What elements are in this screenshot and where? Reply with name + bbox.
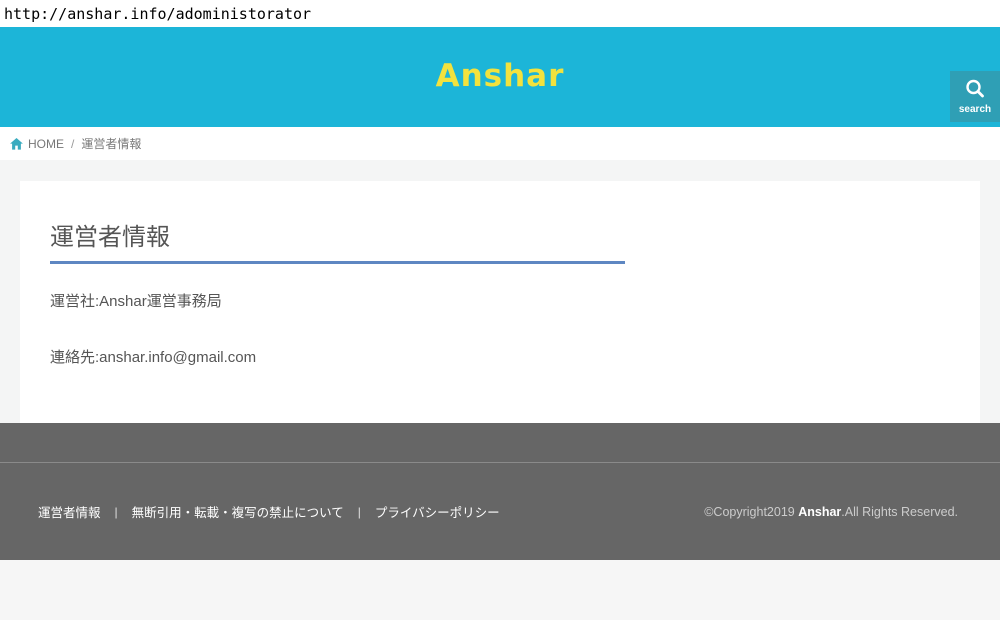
main-area: 運営者情報 運営社:Anshar運営事務局 連絡先:anshar.info@gm… — [0, 160, 1000, 423]
copyright-brand: Anshar — [798, 505, 841, 519]
url-text: http://anshar.info/adoministorator — [4, 5, 311, 23]
contact-line: 連絡先:anshar.info@gmail.com — [50, 346, 950, 367]
copyright-prefix: ©Copyright2019 — [704, 505, 798, 519]
footer-link-operator-info[interactable]: 運営者情報 — [38, 502, 101, 521]
copyright-notice: ©Copyright2019 Anshar.All Rights Reserve… — [704, 505, 958, 519]
footer-nav: 運営者情報 | 無断引用・転載・複写の禁止について | プライバシーポリシー — [38, 502, 500, 521]
address-bar[interactable]: http://anshar.info/adoministorator — [0, 0, 1000, 27]
breadcrumb-separator: / — [71, 137, 74, 151]
page-title: 運営者情報 — [50, 217, 625, 264]
site-footer: 運営者情報 | 無断引用・転載・複写の禁止について | プライバシーポリシー ©… — [0, 462, 1000, 560]
footer-link-separator: | — [358, 505, 361, 519]
site-header: Anshar search — [0, 27, 1000, 127]
magnifier-icon — [964, 78, 986, 103]
breadcrumb-home-link[interactable]: HOME — [28, 137, 64, 151]
footer-top-band — [0, 423, 1000, 462]
operator-line: 運営社:Anshar運営事務局 — [50, 290, 950, 311]
search-button-label: search — [959, 105, 991, 115]
bottom-strip — [0, 560, 1000, 620]
search-button[interactable]: search — [950, 71, 1000, 122]
site-logo[interactable]: Anshar — [0, 58, 1000, 94]
footer-link-no-reproduction[interactable]: 無断引用・転載・複写の禁止について — [132, 502, 344, 521]
footer-link-privacy-policy[interactable]: プライバシーポリシー — [375, 502, 500, 521]
home-icon — [10, 138, 23, 150]
copyright-suffix: .All Rights Reserved. — [841, 505, 958, 519]
breadcrumb: HOME / 運営者情報 — [0, 127, 1000, 160]
breadcrumb-current-page: 運営者情報 — [81, 135, 141, 152]
content-card: 運営者情報 運営社:Anshar運営事務局 連絡先:anshar.info@gm… — [20, 181, 980, 423]
footer-link-separator: | — [115, 505, 118, 519]
